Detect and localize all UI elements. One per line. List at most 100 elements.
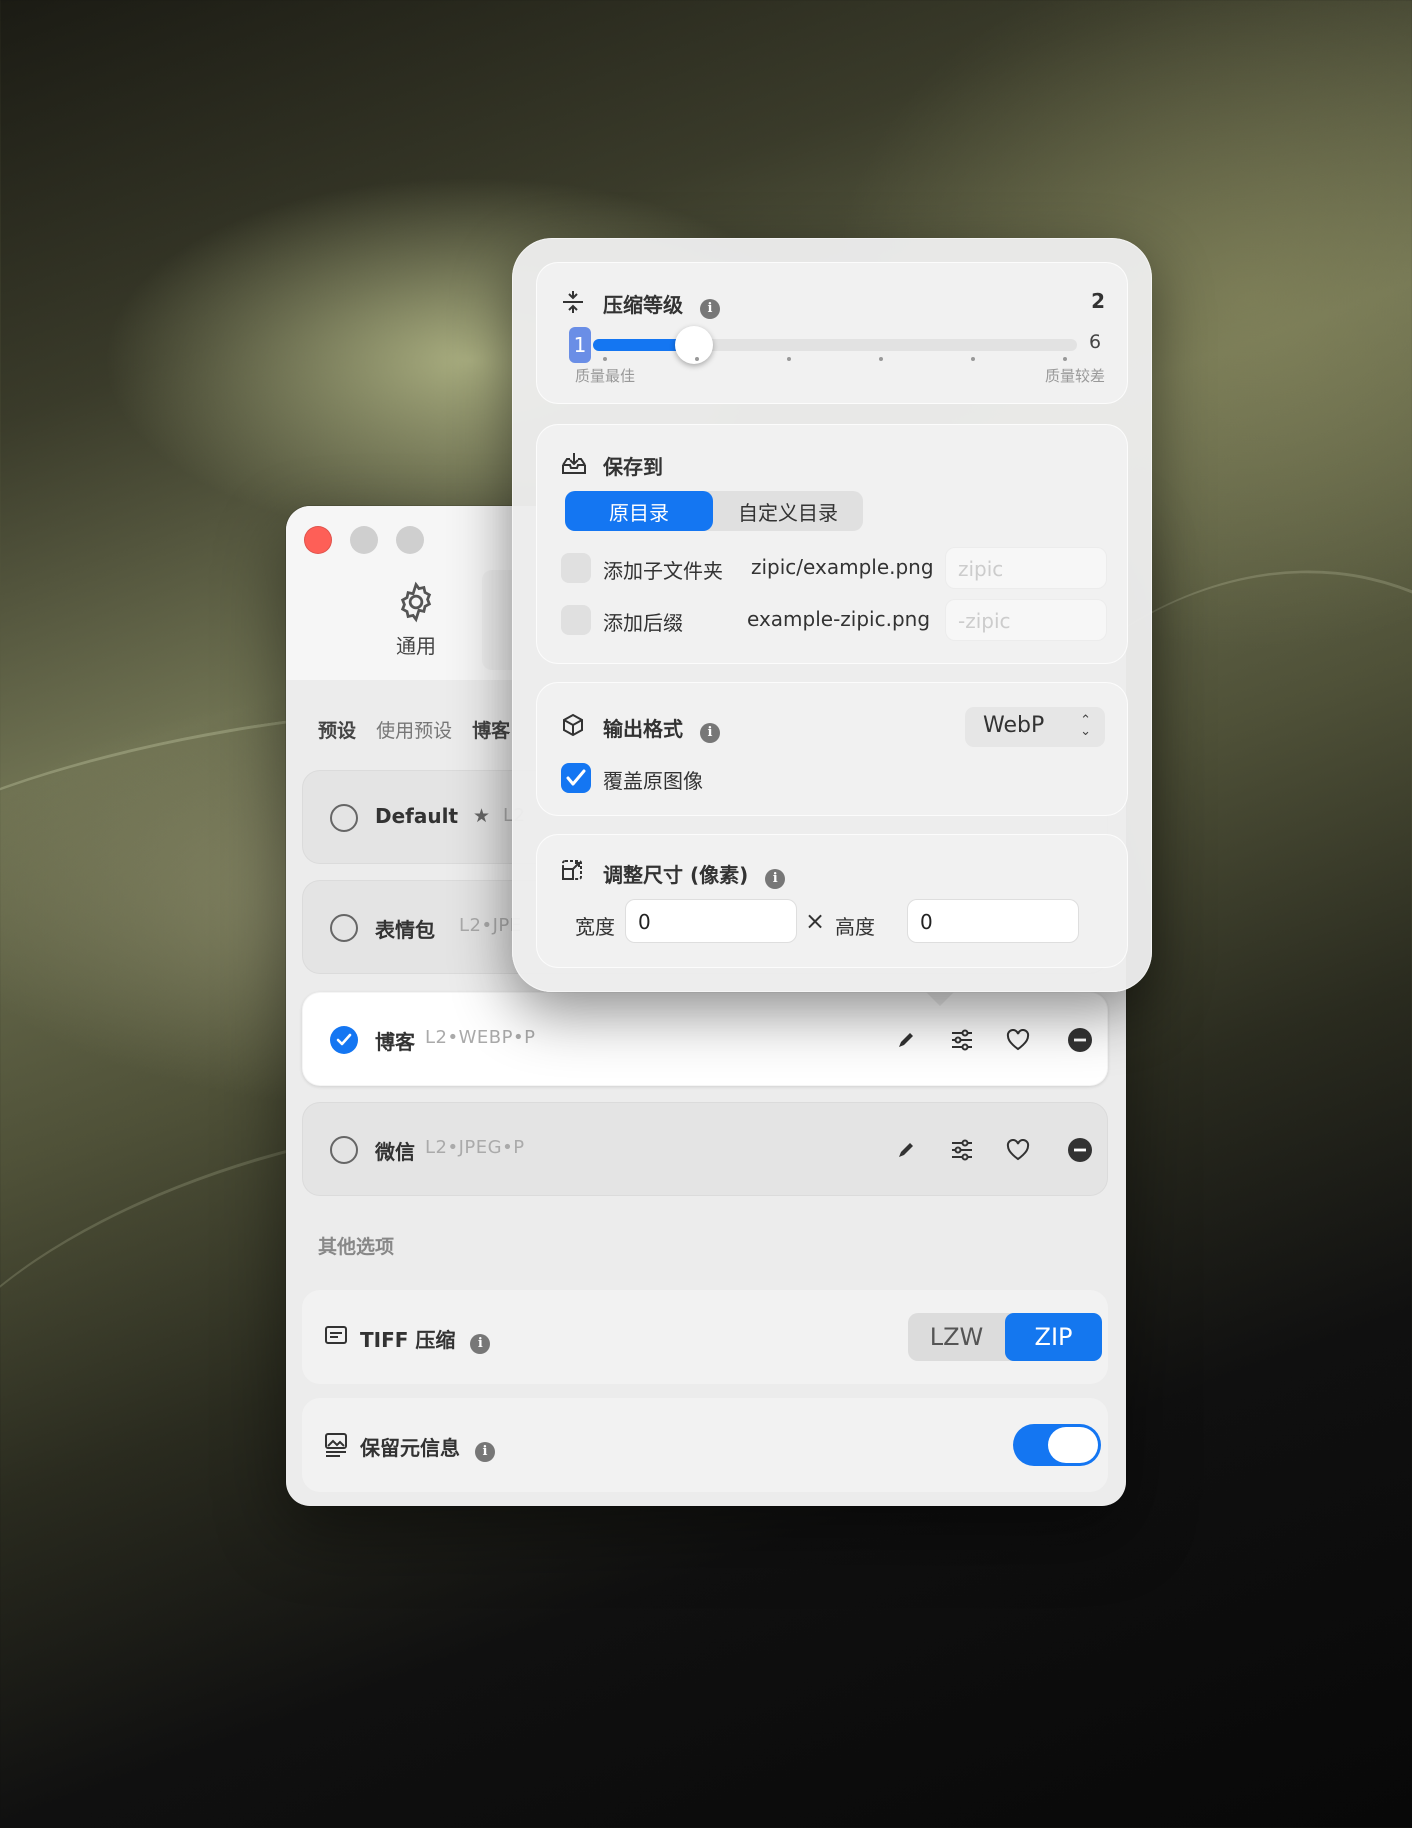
slider-tick bbox=[879, 357, 883, 361]
info-icon[interactable]: i bbox=[474, 1441, 495, 1462]
compression-slider[interactable] bbox=[593, 326, 1077, 364]
preset-card-blog[interactable]: 博客 L2•WEBP•P bbox=[302, 992, 1108, 1086]
favorite-button[interactable] bbox=[1001, 1023, 1035, 1057]
suffix-example: example-zipic.png bbox=[747, 607, 931, 631]
slider-max-value: 6 bbox=[1089, 331, 1102, 353]
option-custom-dir[interactable]: 自定义目录 bbox=[713, 491, 863, 531]
slider-tick bbox=[1063, 357, 1067, 361]
cube-icon bbox=[563, 713, 583, 737]
preset-settings-popover: 压缩等级 i 2 1 6 质量最佳 质量较差 保存到 原目录 自定义目录 添加子… bbox=[512, 238, 1152, 992]
tiff-compression-segmented: LZW ZIP bbox=[908, 1313, 1102, 1361]
other-options-header: 其他选项 bbox=[318, 1236, 395, 1258]
save-to-title: 保存到 bbox=[603, 455, 663, 479]
document-icon bbox=[325, 1326, 347, 1344]
preset-name: 博客 bbox=[375, 1030, 415, 1054]
suffix-input[interactable]: -zipic bbox=[945, 599, 1107, 641]
overwrite-checkbox[interactable] bbox=[561, 763, 591, 793]
minus-circle-icon bbox=[1068, 1028, 1092, 1052]
overwrite-label: 覆盖原图像 bbox=[603, 769, 703, 793]
info-icon[interactable]: i bbox=[765, 868, 786, 889]
width-input[interactable]: 0 bbox=[625, 899, 797, 943]
resize-icon bbox=[562, 860, 582, 880]
suffix-checkbox[interactable] bbox=[561, 605, 591, 635]
checkmark-icon bbox=[566, 769, 586, 786]
preset-radio-checked[interactable] bbox=[330, 1026, 358, 1054]
slider-knob[interactable] bbox=[674, 326, 713, 364]
zoom-window-button[interactable] bbox=[396, 526, 424, 554]
suffix-label: 添加后缀 bbox=[603, 611, 683, 635]
current-preset-label: 博客 bbox=[472, 720, 511, 742]
preset-radio[interactable] bbox=[330, 914, 358, 942]
save-location-segmented: 原目录 自定义目录 bbox=[565, 491, 863, 531]
compression-section: 压缩等级 i 2 1 6 质量最佳 质量较差 bbox=[536, 262, 1128, 404]
tiff-compression-label: TIFF 压缩 i bbox=[360, 1324, 491, 1354]
tab-general-label: 通用 bbox=[396, 634, 436, 658]
edit-button[interactable] bbox=[889, 1133, 923, 1167]
use-preset-label: 使用预设 bbox=[376, 720, 453, 742]
height-label: 高度 bbox=[835, 915, 875, 939]
worse-quality-label: 质量较差 bbox=[1044, 367, 1105, 385]
preset-name: Default bbox=[375, 804, 459, 828]
settings-button[interactable] bbox=[945, 1133, 979, 1167]
pencil-icon bbox=[899, 1143, 913, 1157]
compression-value: 2 bbox=[1091, 289, 1105, 313]
tab-general[interactable]: 通用 bbox=[386, 580, 446, 659]
preset-header: 预设 使用预设 博客 bbox=[318, 716, 510, 743]
star-icon: ★ bbox=[473, 805, 491, 827]
close-window-button[interactable] bbox=[304, 526, 332, 554]
remove-button[interactable] bbox=[1063, 1133, 1097, 1167]
tiff-option-lzw[interactable]: LZW bbox=[908, 1313, 1005, 1361]
metadata-toggle[interactable] bbox=[1013, 1424, 1101, 1466]
slider-tick bbox=[787, 357, 791, 361]
chevron-updown-icon: ⌃ ⌄ bbox=[1080, 713, 1091, 739]
output-format-text: 输出格式 bbox=[603, 717, 683, 741]
info-icon[interactable]: i bbox=[699, 298, 720, 319]
times-icon: × bbox=[805, 907, 826, 935]
image-info-icon bbox=[325, 1433, 347, 1457]
tray-download-icon bbox=[562, 453, 586, 474]
checkmark-icon bbox=[336, 1033, 352, 1046]
subfolder-example: zipic/example.png bbox=[751, 555, 934, 579]
output-format-title: 输出格式 i bbox=[603, 713, 720, 743]
option-original-dir[interactable]: 原目录 bbox=[565, 491, 713, 531]
pencil-icon bbox=[899, 1033, 913, 1047]
save-to-section: 保存到 原目录 自定义目录 添加子文件夹 zipic/example.png z… bbox=[536, 424, 1128, 664]
format-select[interactable]: WebP ⌃ ⌄ bbox=[965, 707, 1105, 747]
slider-tick bbox=[971, 357, 975, 361]
subfolder-input[interactable]: zipic bbox=[945, 547, 1107, 589]
output-format-section: 输出格式 i WebP ⌃ ⌄ 覆盖原图像 bbox=[536, 682, 1128, 816]
slider-tick bbox=[695, 357, 699, 361]
favorite-button[interactable] bbox=[1001, 1133, 1035, 1167]
sliders-icon bbox=[952, 1139, 972, 1161]
slider-tick bbox=[603, 357, 607, 361]
preset-meta: L2•JPEG•P bbox=[425, 1137, 525, 1158]
height-input[interactable]: 0 bbox=[907, 899, 1079, 943]
info-icon[interactable]: i bbox=[699, 722, 720, 743]
remove-button[interactable] bbox=[1063, 1023, 1097, 1057]
edit-button[interactable] bbox=[889, 1023, 923, 1057]
preset-radio[interactable] bbox=[330, 804, 358, 832]
preset-name: 表情包 bbox=[375, 918, 435, 942]
metadata-row: 保留元信息 i bbox=[302, 1398, 1108, 1492]
width-label: 宽度 bbox=[575, 915, 615, 939]
preset-meta: L2•WEBP•P bbox=[425, 1027, 536, 1048]
sliders-icon bbox=[952, 1029, 972, 1051]
info-icon[interactable]: i bbox=[470, 1333, 491, 1354]
minimize-window-button[interactable] bbox=[350, 526, 378, 554]
compression-title-text: 压缩等级 bbox=[603, 293, 683, 317]
resize-title: 调整尺寸 (像素) i bbox=[603, 859, 786, 889]
preset-header-label: 预设 bbox=[318, 720, 357, 742]
gear-icon bbox=[400, 581, 432, 623]
compress-icon bbox=[563, 291, 583, 313]
heart-icon bbox=[1006, 1029, 1030, 1051]
subfolder-label: 添加子文件夹 bbox=[603, 559, 723, 583]
tiff-option-zip[interactable]: ZIP bbox=[1005, 1313, 1102, 1361]
preset-radio[interactable] bbox=[330, 1136, 358, 1164]
toggle-knob bbox=[1048, 1427, 1098, 1463]
resize-title-text: 调整尺寸 (像素) bbox=[603, 863, 749, 887]
slider-min-value: 1 bbox=[569, 327, 591, 363]
preset-card-wechat[interactable]: 微信 L2•JPEG•P bbox=[302, 1102, 1108, 1196]
settings-button[interactable] bbox=[945, 1023, 979, 1057]
subfolder-checkbox[interactable] bbox=[561, 553, 591, 583]
metadata-text: 保留元信息 bbox=[360, 1436, 460, 1460]
